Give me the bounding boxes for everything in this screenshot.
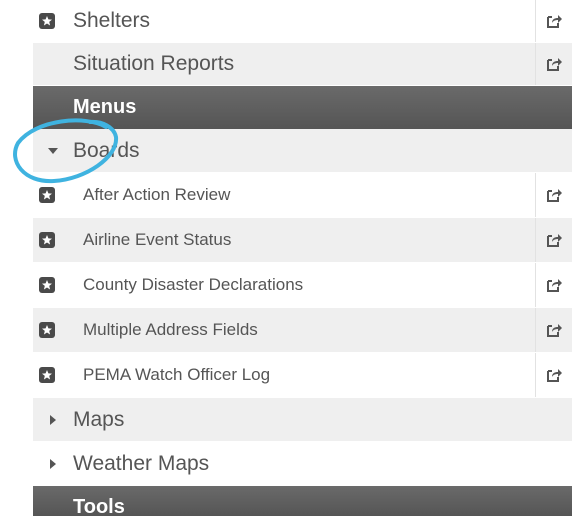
sidebar-item-situation-reports[interactable]: Situation Reports: [33, 43, 572, 86]
sidebar-item-shelters[interactable]: Shelters: [33, 0, 572, 43]
sidebar-item-label: Situation Reports: [73, 52, 235, 75]
board-item-pema-watch-officer-log[interactable]: PEMA Watch Officer Log: [33, 353, 572, 398]
star-box-icon: [33, 187, 83, 203]
caret-down-icon: [33, 147, 73, 155]
tools-header: Tools: [33, 486, 572, 518]
board-item-county-disaster-declarations[interactable]: County Disaster Declarations: [33, 263, 572, 308]
folder-weather-maps[interactable]: Weather Maps: [33, 442, 572, 486]
board-item-label: County Disaster Declarations: [83, 275, 304, 294]
share-icon[interactable]: [535, 308, 572, 352]
share-icon[interactable]: [535, 173, 572, 217]
share-icon[interactable]: [535, 43, 572, 85]
menus-header: Menus: [33, 86, 572, 129]
board-item-multiple-address-fields[interactable]: Multiple Address Fields: [33, 308, 572, 353]
star-box-icon: [33, 277, 83, 293]
board-item-after-action-review[interactable]: After Action Review: [33, 173, 572, 218]
star-box-icon: [33, 322, 83, 338]
folder-maps[interactable]: Maps: [33, 398, 572, 442]
sidebar-item-label: Shelters: [73, 9, 151, 32]
board-item-label: PEMA Watch Officer Log: [83, 365, 271, 384]
share-icon[interactable]: [535, 218, 572, 262]
star-box-icon: [33, 232, 83, 248]
caret-right-icon: [33, 414, 73, 425]
board-item-label: Airline Event Status: [83, 230, 232, 249]
share-icon[interactable]: [535, 263, 572, 307]
star-box-icon: [33, 13, 73, 29]
sidebar-panel: Shelters Situation Reports Menus Boards …: [33, 0, 572, 518]
board-item-label: After Action Review: [83, 185, 231, 204]
share-icon[interactable]: [535, 353, 572, 397]
board-item-label: Multiple Address Fields: [83, 320, 258, 339]
caret-right-icon: [33, 458, 73, 469]
board-item-airline-event-status[interactable]: Airline Event Status: [33, 218, 572, 263]
folder-label: Boards: [73, 138, 140, 162]
folder-label: Maps: [73, 407, 125, 431]
star-box-icon: [33, 367, 83, 383]
folder-label: Weather Maps: [73, 451, 210, 475]
folder-boards[interactable]: Boards: [33, 129, 572, 173]
share-icon[interactable]: [535, 0, 572, 42]
